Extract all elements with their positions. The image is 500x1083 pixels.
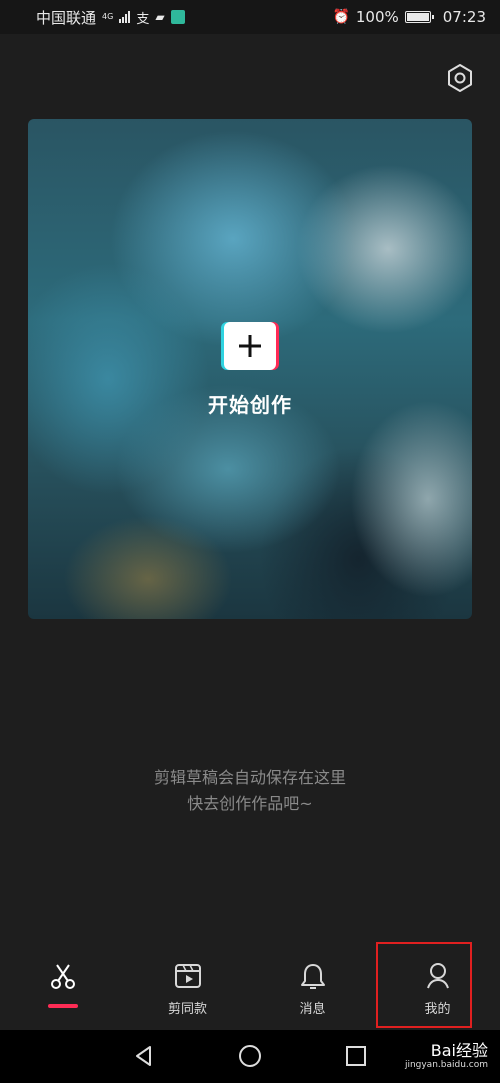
status-left: 中国联通 4G ⽀ ▰ xyxy=(36,7,185,28)
tab-messages[interactable]: 消息 xyxy=(250,945,375,1030)
plus-icon[interactable] xyxy=(224,322,276,370)
scissors-icon xyxy=(51,964,75,989)
hexagon-gear-icon xyxy=(448,64,472,92)
annotation-highlight-box xyxy=(376,942,472,1028)
hint-line-1: 剪辑草稿会自动保存在这里 xyxy=(153,768,346,787)
status-right: ⏰ 100% 07:23 xyxy=(332,8,486,26)
recents-square-icon[interactable] xyxy=(344,1044,368,1068)
active-tab-indicator xyxy=(48,1004,78,1008)
app-notification-icon xyxy=(170,10,185,24)
bell-icon xyxy=(300,964,325,989)
clock-time: 07:23 xyxy=(442,8,486,26)
settings-button[interactable] xyxy=(444,62,476,94)
baidu-watermark: Bai经验 jingyan.baidu.com xyxy=(404,1043,488,1072)
tab-messages-label: 消息 xyxy=(299,1002,326,1017)
hint-line-2: 快去创作作品吧~ xyxy=(187,794,313,813)
network-type: 4G xyxy=(102,12,114,21)
clapper-icon xyxy=(174,964,201,988)
battery-percent: 100% xyxy=(355,8,399,26)
home-circle-icon[interactable] xyxy=(238,1044,262,1068)
tab-templates[interactable]: 剪同款 xyxy=(125,945,250,1030)
battery-icon xyxy=(404,11,434,23)
tab-edit[interactable] xyxy=(0,945,125,1030)
start-creating-card[interactable]: 开始创作 xyxy=(28,119,472,619)
alarm-icon: ⏰ xyxy=(332,9,350,25)
status-bar: 中国联通 4G ⽀ ▰ ⏰ 100% 07:23 xyxy=(0,0,500,34)
signal-icon xyxy=(119,11,131,23)
start-creating-label[interactable]: 开始创作 xyxy=(28,389,472,418)
tab-templates-label: 剪同款 xyxy=(167,1002,207,1017)
carrier-name: 中国联通 xyxy=(36,8,97,27)
briefcase-icon: ▰ xyxy=(155,10,165,24)
payment-icon: ⽀ xyxy=(136,11,150,27)
watermark-url: jingyan.baidu.com xyxy=(404,1060,488,1070)
back-triangle-icon[interactable] xyxy=(132,1044,156,1068)
empty-drafts-hint: 剪辑草稿会自动保存在这里 快去创作作品吧~ xyxy=(0,765,500,817)
